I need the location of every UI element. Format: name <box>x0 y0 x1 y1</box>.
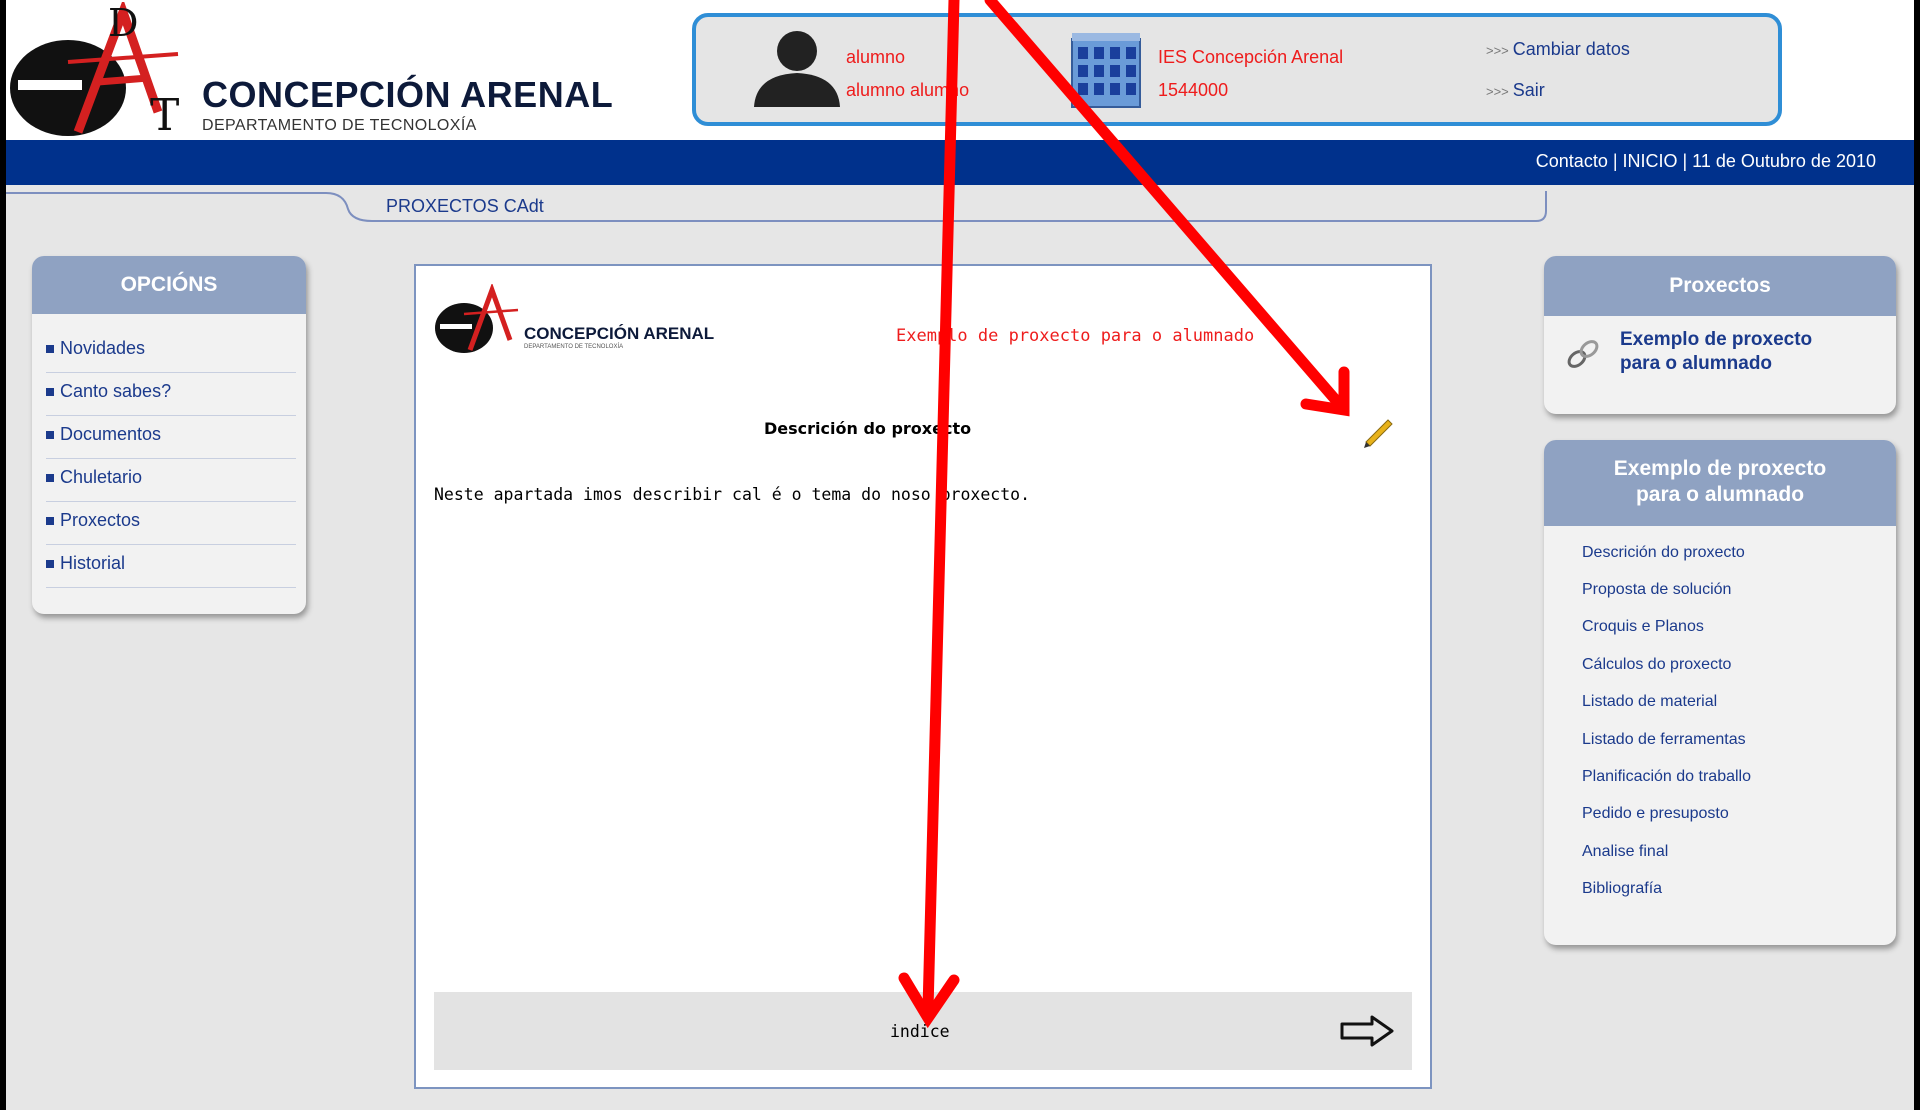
site-subtitle: DEPARTAMENTO DE TECNOLOXÍA <box>202 117 477 134</box>
menu-item-canto-sabes[interactable]: Canto sabes? <box>46 373 296 416</box>
logo-letter-d: D <box>108 2 138 45</box>
index-item-ferramentas[interactable]: Listado de ferramentas <box>1582 731 1746 749</box>
menu-item-label: Documentos <box>60 424 162 444</box>
project-index-box: Exemplo de proxecto para o alumnado Desc… <box>1544 440 1896 945</box>
menu-item-historial[interactable]: Historial <box>46 545 296 588</box>
index-item-pedido[interactable]: Pedido e presuposto <box>1582 805 1729 823</box>
options-menu-title: OPCIÓNS <box>32 256 306 314</box>
chain-link-icon <box>1567 340 1599 368</box>
project-index-title-line1: Exemplo de proxecto <box>1613 457 1827 480</box>
school-name-label: IES Concepción Arenal <box>1158 47 1344 67</box>
logo-letter-t: T <box>150 90 179 138</box>
project-index-title: Exemplo de proxecto para o alumnado <box>1544 440 1896 526</box>
top-nav-links[interactable]: Contacto | INICIO | 11 de Outubro de 201… <box>1536 151 1876 172</box>
menu-item-novidades[interactable]: Novidades <box>46 330 296 373</box>
pencil-edit-icon[interactable] <box>1360 412 1396 448</box>
square-bullet-icon <box>46 474 54 483</box>
school-building-icon <box>1071 33 1141 108</box>
index-link[interactable]: indice <box>890 1022 950 1041</box>
menu-item-label: Novidades <box>60 338 146 358</box>
square-bullet-icon <box>46 345 54 354</box>
menu-item-label: Historial <box>60 553 126 573</box>
projects-box-title: Proxectos <box>1544 256 1896 316</box>
username-label: alumno <box>846 47 906 67</box>
site-title: CONCEPCIÓN ARENAL <box>202 74 614 115</box>
index-item-planificacion[interactable]: Planificación do traballo <box>1582 768 1751 786</box>
menu-item-proxectos[interactable]: Proxectos <box>46 502 296 545</box>
index-item-analise[interactable]: Analise final <box>1582 843 1668 861</box>
change-data-label: Cambiar datos <box>1512 39 1630 59</box>
logout-link[interactable]: >>> Sair <box>1486 80 1545 101</box>
content-logo-title: CONCEPCIÓN ARENAL <box>524 324 715 343</box>
menu-item-chuletario[interactable]: Chuletario <box>46 459 296 502</box>
page: D T CONCEPCIÓN ARENAL DEPARTAMENTO DE TE… <box>6 0 1914 1110</box>
double-chevron-icon: >>> <box>1486 84 1509 99</box>
double-chevron-icon: >>> <box>1486 43 1509 58</box>
section-title: Descrición do proxecto <box>764 419 972 438</box>
project-description-text: Neste apartada imos describir cal é o te… <box>434 485 1031 504</box>
dat-logo[interactable]: D T <box>8 2 188 138</box>
user-fullname-label: alumno alumno <box>846 80 970 100</box>
dat-logo-small <box>435 284 519 353</box>
index-item-bibliografia[interactable]: Bibliografía <box>1582 880 1662 898</box>
logout-label: Sair <box>1512 80 1545 100</box>
project-index-title-line2: para o alumnado <box>1635 483 1805 506</box>
menu-item-label: Proxectos <box>60 510 141 530</box>
menu-item-label: Canto sabes? <box>60 381 172 401</box>
next-arrow-icon[interactable] <box>1338 1014 1396 1048</box>
user-avatar-icon <box>754 31 840 107</box>
index-item-descricion[interactable]: Descrición do proxecto <box>1582 544 1745 562</box>
square-bullet-icon <box>46 431 54 440</box>
project-link[interactable]: Exemplo de proxecto para o alumnado <box>1620 328 1880 376</box>
content-logo-subtitle: DEPARTAMENTO DE TECNOLOXÍA <box>524 344 624 350</box>
index-item-calculos[interactable]: Cálculos do proxecto <box>1582 656 1731 674</box>
project-link-line1: Exemplo de proxecto <box>1620 329 1813 350</box>
project-link-line2: para o alumnado <box>1620 353 1773 374</box>
options-menu: OPCIÓNS Novidades Canto sabes? Documento… <box>32 256 306 614</box>
square-bullet-icon <box>46 560 54 569</box>
tab-outline <box>6 191 1547 222</box>
index-item-croquis[interactable]: Croquis e Planos <box>1582 618 1704 636</box>
user-panel: alumno alumno alumno IES Concepción Aren… <box>692 13 1782 126</box>
school-code-label: 1544000 <box>1158 80 1229 100</box>
menu-item-documentos[interactable]: Documentos <box>46 416 296 459</box>
square-bullet-icon <box>46 388 54 397</box>
change-data-link[interactable]: >>> Cambiar datos <box>1486 39 1630 60</box>
site-header: D T CONCEPCIÓN ARENAL DEPARTAMENTO DE TE… <box>6 0 1914 140</box>
top-nav-bar: Contacto | INICIO | 11 de Outubro de 201… <box>6 140 1914 185</box>
content-footer: indice <box>434 992 1412 1070</box>
menu-item-label: Chuletario <box>60 467 143 487</box>
project-content: CONCEPCIÓN ARENAL DEPARTAMENTO DE TECNOL… <box>414 264 1432 1089</box>
index-item-proposta[interactable]: Proposta de solución <box>1582 581 1731 599</box>
index-item-material[interactable]: Listado de material <box>1582 693 1717 711</box>
tab-proxectos[interactable]: PROXECTOS CAdt <box>386 196 544 217</box>
square-bullet-icon <box>46 517 54 526</box>
project-title: Exemplo de proxecto para o alumnado <box>896 326 1255 346</box>
projects-box: Proxectos Exemplo de proxecto para o alu… <box>1544 256 1896 414</box>
